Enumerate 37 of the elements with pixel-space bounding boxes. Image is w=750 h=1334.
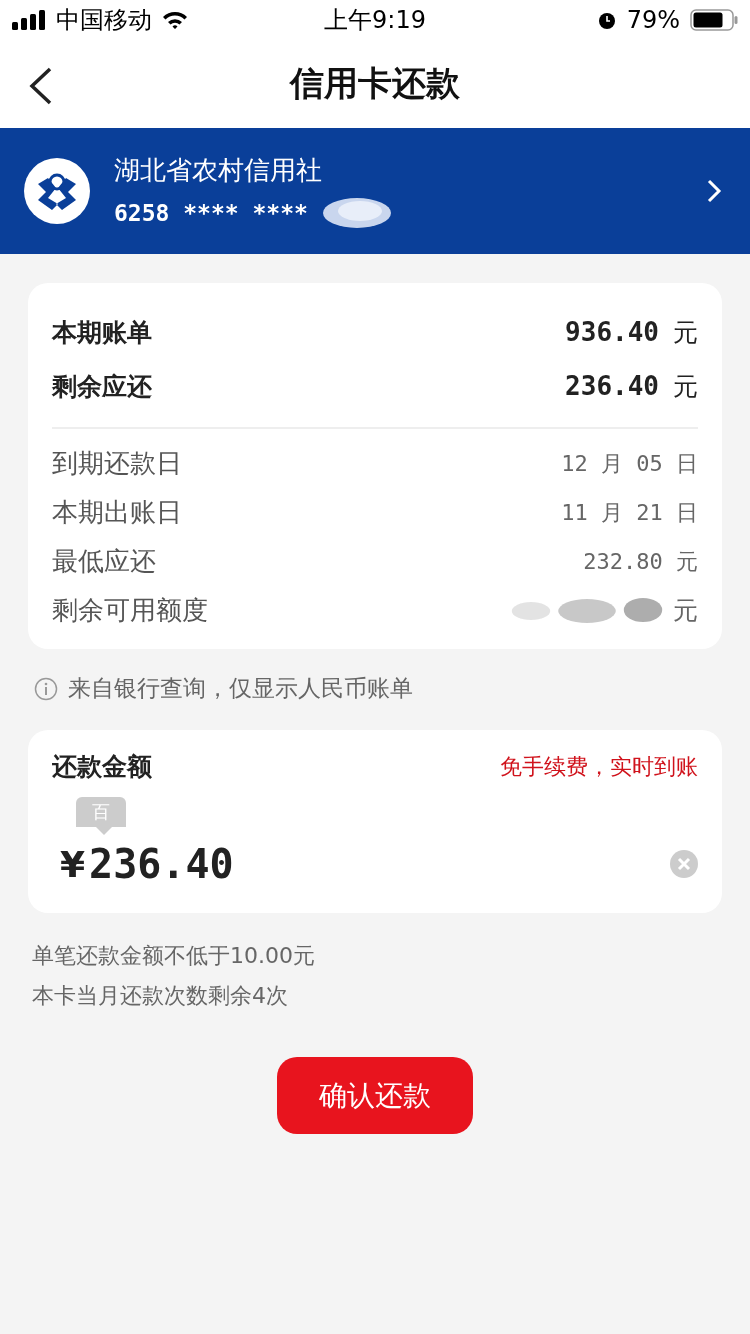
currency-unit: 元 [673, 595, 698, 627]
chevron-right-icon[interactable] [706, 178, 722, 204]
promo-text: 免手续费，实时到账 [500, 752, 698, 781]
currency-unit: 元 [673, 371, 698, 401]
bill-amount: 236.40 [565, 370, 659, 401]
signal-icon [12, 10, 46, 30]
carrier-name: 中国移动 [56, 5, 152, 36]
battery-percent: 79% [626, 6, 680, 34]
amount-field[interactable]: 236.40 [85, 841, 670, 887]
detail-label: 最低应还 [52, 545, 156, 578]
detail-label: 本期出账日 [52, 496, 182, 529]
card-banner[interactable]: 湖北省农村信用社 6258 **** **** [0, 128, 750, 254]
detail-label: 到期还款日 [52, 447, 182, 480]
info-note: 来自银行查询，仅显示人民币账单 [68, 674, 413, 703]
bank-name: 湖北省农村信用社 [114, 153, 323, 187]
wifi-icon [162, 10, 188, 30]
bill-label: 剩余应还 [52, 370, 152, 403]
detail-value: 11 月 21 日 [561, 498, 698, 527]
battery-icon [690, 9, 738, 31]
bank-logo-icon [24, 158, 90, 224]
currency-symbol: ¥ [60, 843, 86, 885]
bill-amount: 936.40 [565, 316, 659, 347]
bill-label: 本期账单 [52, 316, 152, 349]
alarm-icon [596, 10, 617, 30]
detail-value: 232.80 元 [583, 547, 698, 576]
detail-label: 剩余可用额度 [52, 594, 208, 627]
confirm-button[interactable]: 确认还款 [277, 1057, 473, 1134]
back-icon[interactable] [28, 66, 54, 106]
detail-value: 12 月 05 日 [561, 449, 698, 478]
card-number: 6258 **** **** [114, 199, 308, 226]
amount-label: 还款金额 [52, 751, 152, 783]
rule-note: 本卡当月还款次数剩余4次 [32, 982, 289, 1010]
rule-note: 单笔还款金额不低于10.00元 [32, 942, 316, 970]
currency-unit: 元 [673, 317, 698, 347]
status-time: 上午9:19 [324, 5, 426, 36]
page-title: 信用卡还款 [290, 62, 460, 105]
info-icon [34, 676, 58, 701]
